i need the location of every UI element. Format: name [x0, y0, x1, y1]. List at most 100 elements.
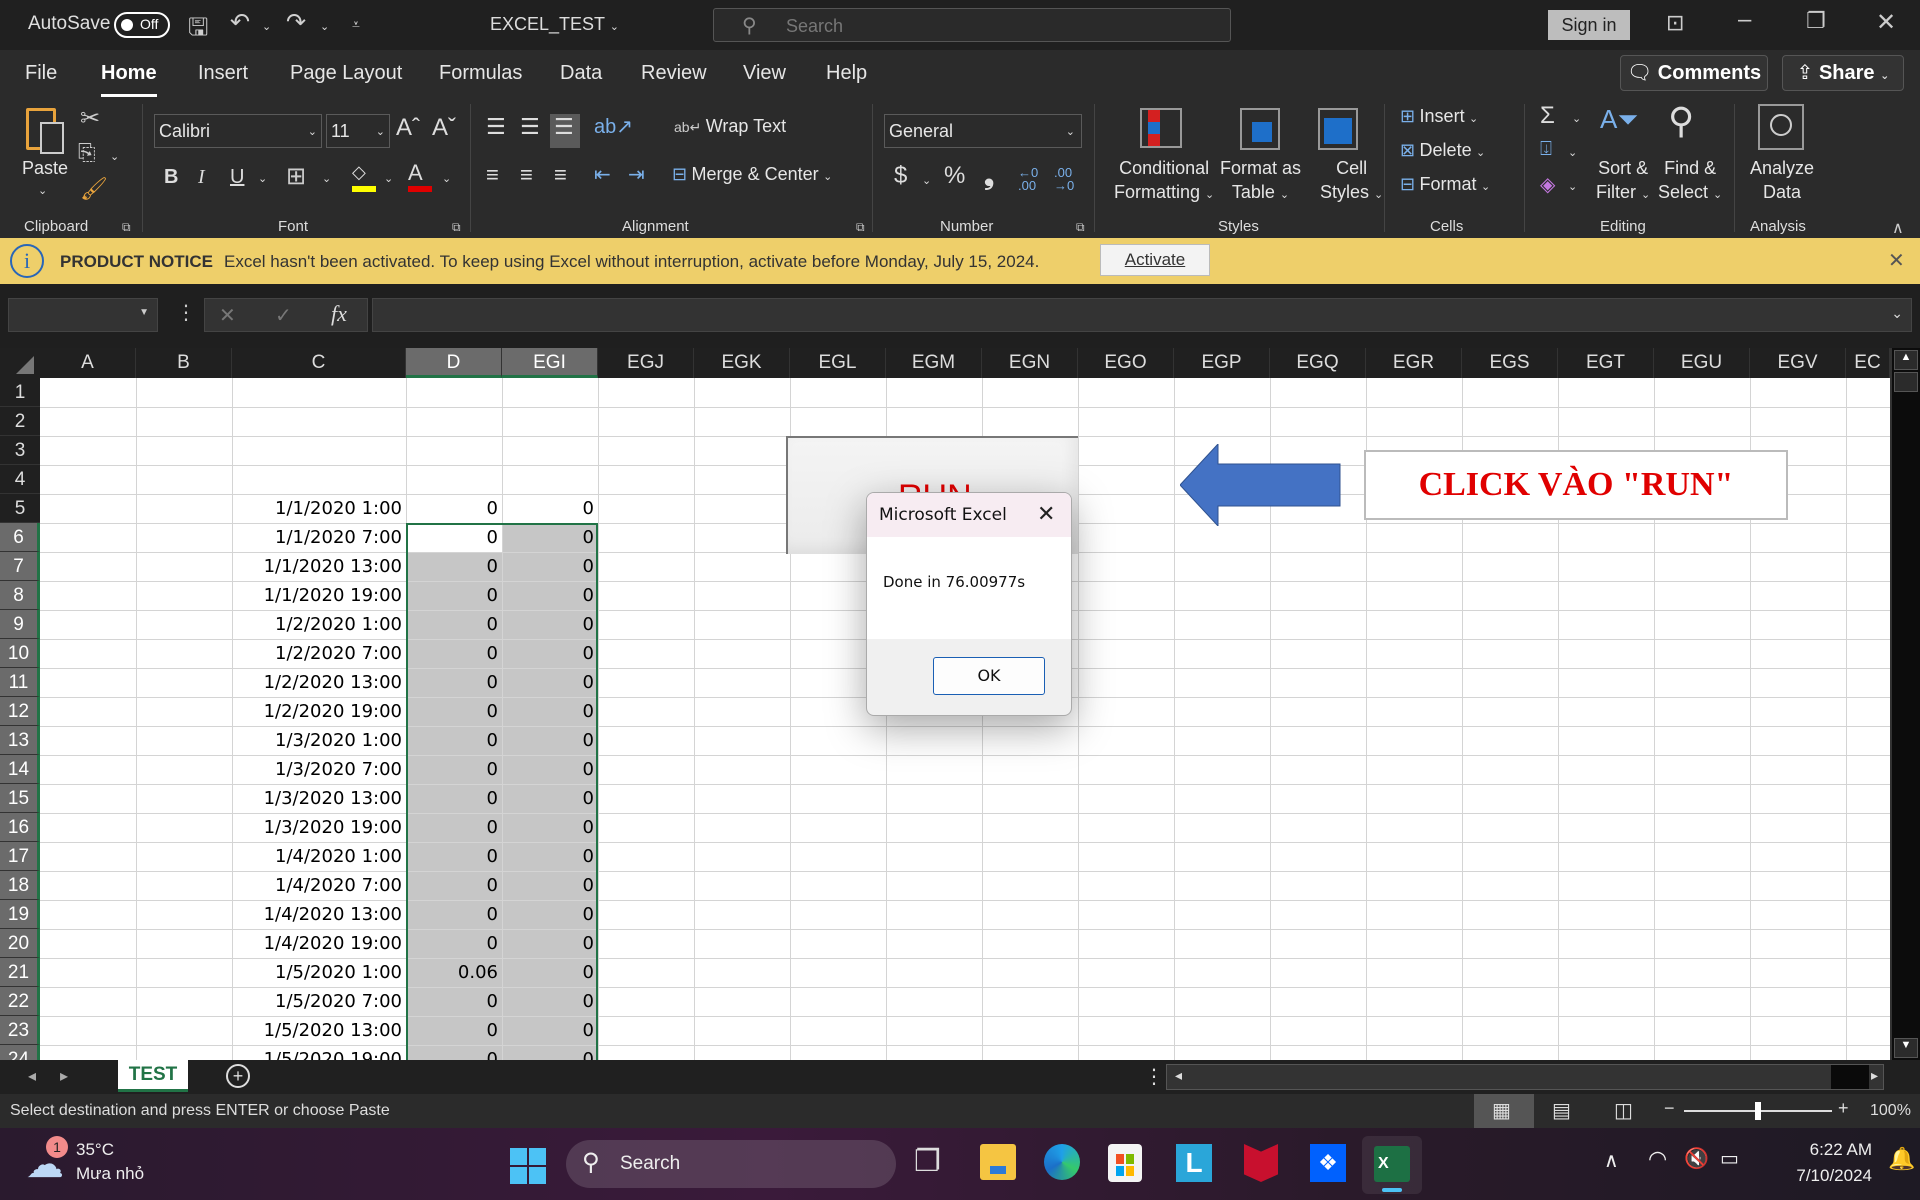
- name-box-dropdown-icon[interactable]: ▼: [139, 307, 149, 318]
- volume-muted-icon[interactable]: 🔇: [1684, 1146, 1709, 1171]
- decrease-decimal-icon[interactable]: .00 →0: [1054, 166, 1074, 192]
- normal-view-button[interactable]: ▦: [1474, 1094, 1534, 1128]
- font-name-select[interactable]: Calibri ⌄: [154, 114, 322, 148]
- format-painter-icon[interactable]: 🖌: [80, 176, 108, 202]
- row-header[interactable]: 2: [0, 407, 40, 436]
- autosum-icon[interactable]: Σ: [1540, 102, 1555, 130]
- tab-data[interactable]: Data: [560, 62, 602, 85]
- sort-filter-button[interactable]: Sort & Filter ⌄: [1596, 156, 1650, 207]
- clear-dropdown-icon[interactable]: ⌄: [1568, 180, 1577, 193]
- row-header[interactable]: 18: [0, 871, 40, 900]
- row-header[interactable]: 23: [0, 1016, 40, 1045]
- borders-dropdown-icon[interactable]: ⌄: [322, 172, 331, 185]
- row-header[interactable]: 13: [0, 726, 40, 755]
- bold-button[interactable]: B: [164, 166, 178, 189]
- collapse-ribbon-icon[interactable]: ∧: [1892, 218, 1904, 238]
- cell-c[interactable]: 1/1/2020 1:00: [232, 494, 406, 523]
- format-as-table-button[interactable]: Format as Table ⌄: [1220, 156, 1301, 207]
- column-header[interactable]: EGP: [1174, 348, 1270, 378]
- undo-icon[interactable]: ↶: [230, 8, 250, 37]
- column-header[interactable]: C: [232, 348, 406, 378]
- cell-c[interactable]: 1/4/2020 19:00: [232, 929, 406, 958]
- row-header[interactable]: 24: [0, 1045, 40, 1060]
- autosum-dropdown-icon[interactable]: ⌄: [1572, 112, 1581, 125]
- battery-icon[interactable]: ▭: [1720, 1146, 1739, 1171]
- tab-review[interactable]: Review: [641, 62, 707, 85]
- cell-c[interactable]: 1/4/2020 7:00: [232, 871, 406, 900]
- cell-c[interactable]: 1/1/2020 19:00: [232, 581, 406, 610]
- cell-d[interactable]: [406, 407, 502, 436]
- alignment-launcher-icon[interactable]: ⧉: [856, 220, 865, 235]
- page-layout-view-icon[interactable]: ▤: [1552, 1098, 1571, 1123]
- scroll-thumb[interactable]: [1831, 1065, 1869, 1089]
- row-header[interactable]: 8: [0, 581, 40, 610]
- wifi-icon[interactable]: ◠: [1648, 1146, 1667, 1172]
- cell-egi[interactable]: [502, 436, 598, 465]
- row-header[interactable]: 22: [0, 987, 40, 1016]
- fill-color-icon[interactable]: ◇: [352, 162, 376, 192]
- cell-c[interactable]: 1/2/2020 1:00: [232, 610, 406, 639]
- expand-formula-icon[interactable]: ⌄: [1891, 305, 1903, 322]
- increase-indent-icon[interactable]: ⇥: [628, 162, 645, 187]
- search-box[interactable]: ⚲ Search: [713, 8, 1231, 42]
- minimize-icon[interactable]: –: [1738, 6, 1751, 34]
- row-header[interactable]: 14: [0, 755, 40, 784]
- row-header[interactable]: 1: [0, 378, 40, 407]
- cell-d[interactable]: [406, 436, 502, 465]
- paste-dropdown-icon[interactable]: ⌄: [38, 184, 47, 197]
- cell-c[interactable]: [232, 378, 406, 407]
- formula-input[interactable]: ⌄: [372, 298, 1912, 332]
- align-right-icon[interactable]: ≡: [554, 162, 567, 188]
- copy-dropdown-icon[interactable]: ⌄: [110, 150, 119, 163]
- cell-egi[interactable]: 0: [502, 494, 598, 523]
- sign-in-button[interactable]: Sign in: [1548, 10, 1630, 40]
- activate-button[interactable]: Activate: [1100, 244, 1210, 276]
- undo-dropdown-icon[interactable]: ⌄: [262, 20, 271, 33]
- scroll-right-icon[interactable]: ▸: [1871, 1067, 1878, 1084]
- autosave-toggle[interactable]: Off: [114, 12, 170, 38]
- cell-c[interactable]: 1/2/2020 13:00: [232, 668, 406, 697]
- column-header[interactable]: EC: [1846, 348, 1890, 378]
- row-header[interactable]: 10: [0, 639, 40, 668]
- cell-c[interactable]: 1/2/2020 19:00: [232, 697, 406, 726]
- share-button[interactable]: ⇪ Share ⌄: [1782, 55, 1904, 91]
- zoom-slider-thumb[interactable]: [1755, 1102, 1761, 1120]
- column-header[interactable]: EGV: [1750, 348, 1846, 378]
- column-header[interactable]: B: [136, 348, 232, 378]
- task-view-icon[interactable]: ❐: [914, 1144, 941, 1179]
- row-header[interactable]: 3: [0, 436, 40, 465]
- tab-view[interactable]: View: [743, 62, 786, 85]
- excel-taskbar-button[interactable]: X: [1362, 1136, 1422, 1194]
- row-header[interactable]: 16: [0, 813, 40, 842]
- row-header[interactable]: 17: [0, 842, 40, 871]
- orientation-icon[interactable]: ab↗: [594, 114, 633, 139]
- cell-egi[interactable]: [502, 465, 598, 494]
- paste-icon[interactable]: [22, 104, 68, 156]
- cell-styles-button[interactable]: Cell Styles ⌄: [1320, 156, 1383, 207]
- row-header[interactable]: 4: [0, 465, 40, 494]
- zoom-out-icon[interactable]: −: [1664, 1098, 1675, 1119]
- decrease-indent-icon[interactable]: ⇤: [594, 162, 611, 187]
- insert-function-button[interactable]: fx: [331, 301, 347, 327]
- more-options-icon[interactable]: ⋮: [176, 300, 196, 325]
- row-header[interactable]: 20: [0, 929, 40, 958]
- comments-button[interactable]: 🗨 Comments: [1620, 55, 1768, 91]
- row-header[interactable]: 11: [0, 668, 40, 697]
- percent-button[interactable]: %: [944, 162, 965, 190]
- customize-toolbar-icon[interactable]: ⩡: [352, 16, 360, 33]
- file-explorer-icon[interactable]: [980, 1144, 1016, 1180]
- italic-button[interactable]: I: [198, 166, 205, 189]
- cell-c[interactable]: [232, 407, 406, 436]
- row-header[interactable]: 15: [0, 784, 40, 813]
- cell-c[interactable]: 1/4/2020 1:00: [232, 842, 406, 871]
- row-header[interactable]: 5: [0, 494, 40, 523]
- column-header[interactable]: EGM: [886, 348, 982, 378]
- start-button[interactable]: [510, 1148, 546, 1184]
- borders-icon[interactable]: ⊞: [286, 162, 306, 191]
- restore-icon[interactable]: ❐: [1806, 8, 1826, 34]
- cell-c[interactable]: 1/3/2020 7:00: [232, 755, 406, 784]
- cell-c[interactable]: 1/3/2020 1:00: [232, 726, 406, 755]
- align-bottom-button[interactable]: ☰: [550, 114, 580, 148]
- column-header[interactable]: EGU: [1654, 348, 1750, 378]
- show-hidden-icons[interactable]: ∧: [1604, 1148, 1619, 1173]
